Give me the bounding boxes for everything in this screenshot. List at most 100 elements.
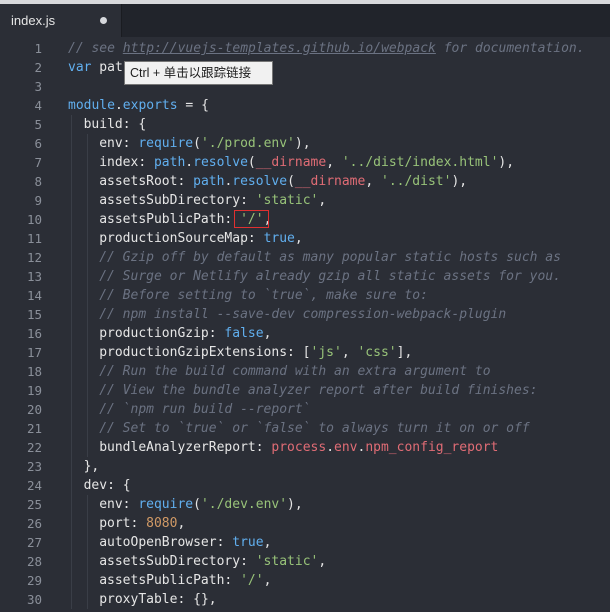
code-token: 8080 (146, 516, 178, 531)
code-editor[interactable]: 1 // see http://vuejs-templates.github.io… (0, 38, 610, 612)
code-token: : { (122, 117, 147, 132)
code-token: ( (193, 136, 201, 151)
line-number: 26 (26, 516, 42, 531)
line-number: 19 (26, 383, 42, 398)
code-line[interactable]: 24 dev: { (0, 476, 610, 495)
tab-index-js[interactable]: index.js (0, 4, 122, 37)
line-number: 6 (34, 136, 42, 151)
code-token: autoOpenBrowser (99, 535, 217, 550)
code-token: ( (287, 174, 295, 189)
code-token: '../dist/index.html' (341, 155, 499, 170)
code-text: assetsRoot: path.resolve(__dirname, '../… (99, 172, 467, 191)
code-token: , (341, 345, 358, 360)
code-token: '/' (240, 573, 264, 588)
code-token: productionSourceMap (99, 231, 248, 246)
code-text: // Surge or Netlify already gzip all sta… (99, 267, 561, 286)
code-line[interactable]: 15 // npm install --save-dev compression-… (0, 305, 610, 324)
code-token: . (114, 98, 123, 113)
code-line[interactable]: 5 build: { (0, 115, 610, 134)
code-text: }, (84, 457, 100, 476)
code-token: : (247, 231, 264, 246)
code-line[interactable]: 27 autoOpenBrowser: true, (0, 533, 610, 552)
code-line[interactable]: 18 // Run the build command with an extra… (0, 362, 610, 381)
code-line[interactable]: 19 // View the bundle analyzer report aft… (0, 381, 610, 400)
code-token: , (318, 554, 327, 569)
code-token: resolve (193, 155, 248, 170)
code-line[interactable]: 17 productionGzipExtensions: ['js', 'css'… (0, 343, 610, 362)
code-line[interactable]: 25 env: require('./dev.env'), (0, 495, 610, 514)
code-line[interactable]: 6 env: require('./prod.env'), (0, 134, 610, 153)
code-token: build (83, 117, 123, 132)
code-text: dev: { (84, 476, 131, 495)
code-token: // `npm run build --report` (99, 402, 311, 417)
code-token: 'js' (310, 345, 342, 360)
code-token: dev (83, 478, 108, 493)
code-token: path (193, 174, 225, 189)
code-text: // Gzip off by default as many popular s… (99, 248, 561, 267)
code-token: true (263, 231, 295, 246)
code-line[interactable]: 21 // Set to `true` or `false` to always … (0, 419, 610, 438)
code-line[interactable]: 8 assetsRoot: path.resolve(__dirname, '..… (0, 172, 610, 191)
code-line[interactable]: 29 assetsPublicPath: '/', (0, 571, 610, 590)
code-line[interactable]: 23}, (0, 457, 610, 476)
code-token: : (224, 573, 241, 588)
code-line[interactable]: 7 index: path.resolve(__dirname, '../dist… (0, 153, 610, 172)
code-token: false (224, 326, 264, 341)
line-number: 2 (34, 60, 42, 75)
code-token: . (326, 440, 335, 455)
code-token: exports (122, 98, 178, 113)
code-token: port (99, 516, 131, 531)
code-token: 'css' (357, 345, 397, 360)
code-text: bundleAnalyzerReport: process.env.npm_co… (99, 438, 498, 457)
code-line[interactable]: 20 // `npm run build --report` (0, 400, 610, 419)
line-number: 18 (26, 364, 42, 379)
line-number: 17 (26, 345, 42, 360)
code-line[interactable]: 10 assetsPublicPath: '/', (0, 210, 610, 229)
code-line[interactable]: 4 module.exports = { (0, 96, 610, 115)
code-token: ), (451, 174, 468, 189)
code-token: module (68, 98, 115, 113)
code-text: var pat (68, 58, 123, 77)
code-line[interactable]: 26 port: 8080, (0, 514, 610, 533)
code-token: // Run the build command with an extra a… (99, 364, 491, 379)
code-line[interactable]: 9 assetsSubDirectory: 'static', (0, 191, 610, 210)
code-text: // `npm run build --report` (99, 400, 310, 419)
doc-link[interactable]: http://vuejs-templates.github.io/webpack (123, 41, 436, 56)
code-line[interactable]: 12 // Gzip off by default as many popular… (0, 248, 610, 267)
code-text: proxyTable: {}, (99, 590, 216, 609)
code-token: : (255, 440, 272, 455)
code-token: : (122, 136, 139, 151)
code-line[interactable]: 1 // see http://vuejs-templates.github.io… (0, 39, 610, 58)
line-number: 7 (34, 155, 42, 170)
line-number: 30 (26, 592, 42, 607)
code-line[interactable]: 11 productionSourceMap: true, (0, 229, 610, 248)
code-line[interactable]: 22 bundleAnalyzerReport: process.env.npm_… (0, 438, 610, 457)
code-line[interactable]: 30 proxyTable: {}, (0, 590, 610, 609)
code-token: // see (68, 41, 123, 56)
code-token: npm_config_report (365, 440, 499, 455)
code-text: // see http://vuejs-templates.github.io/… (68, 39, 585, 58)
code-token: ], (396, 345, 413, 360)
unsaved-dot-icon[interactable] (100, 17, 107, 24)
code-line[interactable]: 16 productionGzip: false, (0, 324, 610, 343)
code-token: : (208, 326, 225, 341)
line-number: 20 (26, 402, 42, 417)
code-token: : [ (287, 345, 311, 360)
code-line[interactable]: 14 // Before setting to `true`, make sure… (0, 286, 610, 305)
line-number: 3 (34, 79, 42, 94)
line-number: 4 (34, 98, 42, 113)
code-line[interactable]: 13 // Surge or Netlify already gzip all s… (0, 267, 610, 286)
code-token: env (99, 497, 123, 512)
code-line[interactable]: 3 (0, 77, 610, 96)
code-text: productionSourceMap: true, (99, 229, 303, 248)
code-token: pat (91, 60, 123, 75)
code-text: assetsSubDirectory: 'static', (99, 552, 326, 571)
code-line[interactable]: 28 assetsSubDirectory: 'static', (0, 552, 610, 571)
line-number: 27 (26, 535, 42, 550)
line-number: 24 (26, 478, 42, 493)
code-token: require (138, 136, 194, 151)
code-line[interactable]: 2 var pat (0, 58, 610, 77)
code-token: index (99, 155, 139, 170)
code-token: assetsSubDirectory (99, 193, 241, 208)
line-number: 8 (34, 174, 42, 189)
